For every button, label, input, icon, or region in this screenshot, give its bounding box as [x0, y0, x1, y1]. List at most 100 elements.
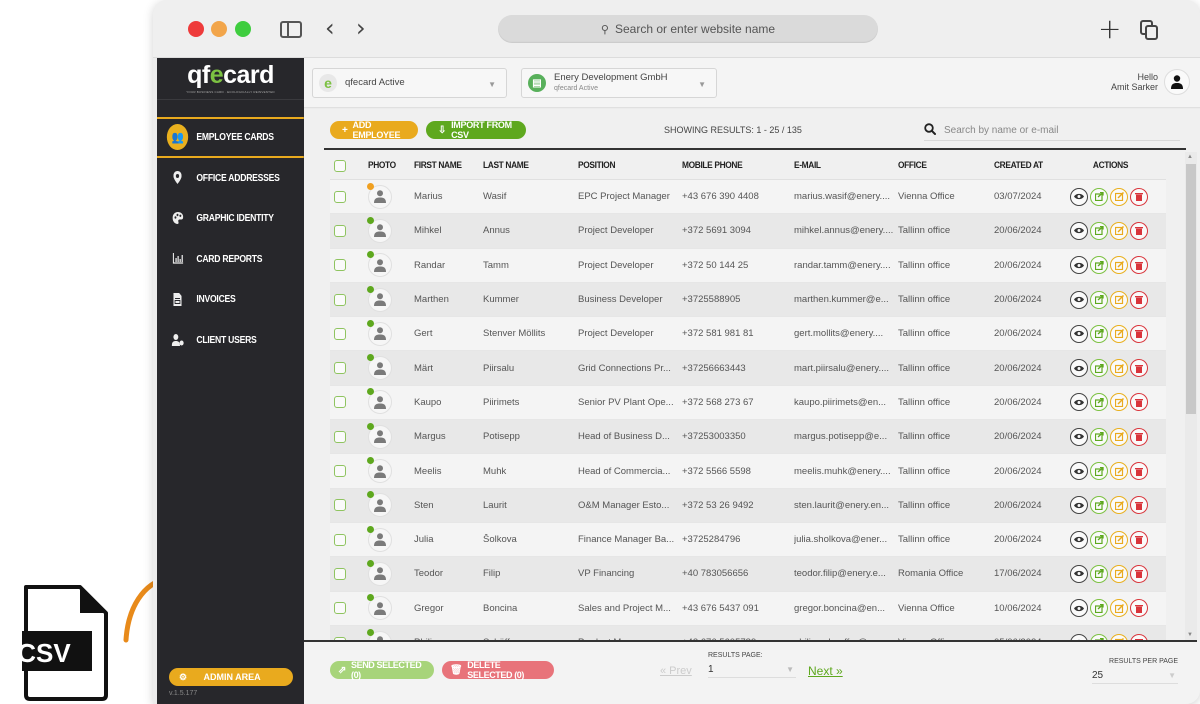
search-input[interactable]: [944, 125, 1164, 136]
delete-button[interactable]: [1130, 221, 1148, 240]
view-button[interactable]: [1070, 359, 1088, 378]
avatar[interactable]: [367, 628, 392, 640]
col-position[interactable]: POSITION: [578, 160, 670, 171]
view-button[interactable]: [1070, 462, 1088, 481]
forward-button[interactable]: ›: [356, 14, 366, 42]
row-checkbox[interactable]: [334, 430, 346, 443]
avatar[interactable]: [367, 491, 392, 518]
view-button[interactable]: [1070, 564, 1088, 583]
avatar[interactable]: [367, 422, 392, 449]
avatar[interactable]: [367, 251, 392, 278]
sidebar-item-invoices[interactable]: INVOICES: [157, 279, 304, 320]
view-button[interactable]: [1070, 256, 1088, 275]
table-row[interactable]: PhilipSchäfferProduct Manager ...+43 676…: [330, 625, 1166, 640]
avatar[interactable]: [367, 559, 392, 586]
delete-button[interactable]: [1130, 187, 1148, 206]
new-tab-button[interactable]: +: [1098, 12, 1121, 45]
scroll-down-arrow-icon[interactable]: ▼: [1187, 632, 1193, 638]
send-card-button[interactable]: [1090, 393, 1108, 412]
sidebar-item-graphic-identity[interactable]: GRAPHIC IDENTITY: [157, 198, 304, 239]
col-created-at[interactable]: CREATED AT: [994, 160, 1061, 171]
edit-button[interactable]: [1110, 221, 1128, 240]
row-checkbox[interactable]: [334, 224, 346, 237]
tab-overview-icon[interactable]: [1140, 20, 1158, 40]
send-card-button[interactable]: [1090, 187, 1108, 206]
avatar[interactable]: [367, 182, 392, 209]
row-checkbox[interactable]: [334, 465, 346, 478]
send-selected-button[interactable]: ⇗ SEND SELECTED (0): [330, 660, 434, 680]
add-employee-button[interactable]: + ADD EMPLOYEE: [330, 120, 418, 140]
minimize-window-button[interactable]: [211, 21, 227, 37]
edit-button[interactable]: [1110, 462, 1128, 481]
send-card-button[interactable]: [1090, 599, 1108, 618]
edit-button[interactable]: [1110, 530, 1128, 549]
select-all-checkbox[interactable]: [334, 159, 346, 172]
send-card-button[interactable]: [1090, 564, 1108, 583]
scroll-up-arrow-icon[interactable]: ▲: [1187, 154, 1193, 160]
sidebar-item-client-users[interactable]: CLIENT USERS: [157, 320, 304, 361]
avatar[interactable]: [367, 594, 392, 621]
table-row[interactable]: Mihkel Annus Project Developer +372 5691 30…: [330, 214, 1166, 249]
view-button[interactable]: [1070, 393, 1088, 412]
row-checkbox[interactable]: [334, 396, 346, 409]
delete-button[interactable]: [1130, 256, 1148, 275]
table-row[interactable]: Sten Laurit O&M Manager Esto... +372 53 26 …: [330, 488, 1166, 523]
col-email[interactable]: E-MAIL: [794, 160, 886, 171]
table-row[interactable]: Margus Potisepp Head of Business D... +3725…: [330, 420, 1166, 455]
send-card-button[interactable]: [1090, 530, 1108, 549]
view-button[interactable]: [1070, 599, 1088, 618]
delete-button[interactable]: [1130, 564, 1148, 583]
delete-button[interactable]: [1130, 462, 1148, 481]
send-card-button[interactable]: [1090, 324, 1108, 343]
edit-button[interactable]: [1110, 256, 1128, 275]
row-checkbox[interactable]: [334, 293, 346, 306]
row-checkbox[interactable]: [334, 533, 346, 546]
table-row[interactable]: Gregor Boncina Sales and Project M... +43 6…: [330, 591, 1166, 626]
avatar[interactable]: [367, 525, 392, 552]
back-button[interactable]: ‹: [325, 14, 335, 42]
results-page-select[interactable]: 1 ▼: [708, 662, 796, 678]
avatar[interactable]: [367, 285, 392, 312]
table-row[interactable]: Randar Tamm Project Developer +372 50 144 2…: [330, 248, 1166, 283]
view-button[interactable]: [1070, 324, 1088, 343]
table-row[interactable]: Gert Stenver Möllits Project Developer +372…: [330, 317, 1166, 352]
admin-area-button[interactable]: ⚙ ADMIN AREA: [169, 668, 293, 686]
send-card-button[interactable]: [1090, 290, 1108, 309]
brand-logo[interactable]: qfecard YOUR BUSINESS CARD · ECOLOGICALL…: [157, 58, 304, 100]
delete-selected-button[interactable]: 🗑 DELETE SELECTED (0): [442, 660, 554, 680]
send-card-button[interactable]: [1090, 256, 1108, 275]
col-photo[interactable]: PHOTO: [368, 160, 408, 171]
delete-button[interactable]: [1130, 496, 1148, 515]
table-row[interactable]: Julia Šolkova Finance Manager Ba... +372528…: [330, 522, 1166, 558]
table-row[interactable]: Meelis Muhk Head of Commercia... +372 5566 …: [330, 454, 1166, 489]
edit-button[interactable]: [1110, 564, 1128, 583]
col-office[interactable]: OFFICE: [898, 160, 982, 171]
table-row[interactable]: Teodor Filip VP Financing +40 783056656 teod…: [330, 557, 1166, 592]
view-button[interactable]: [1070, 530, 1088, 549]
avatar[interactable]: [367, 354, 392, 381]
avatar[interactable]: [367, 319, 392, 346]
sidebar-toggle-icon[interactable]: [280, 21, 302, 38]
avatar[interactable]: [367, 388, 392, 415]
results-per-page-select[interactable]: 25 ▼: [1092, 668, 1178, 684]
view-button[interactable]: [1070, 427, 1088, 446]
table-row[interactable]: Kaupo Piirimets Senior PV Plant Ope... +372…: [330, 385, 1166, 421]
delete-button[interactable]: [1130, 393, 1148, 412]
send-card-button[interactable]: [1090, 359, 1108, 378]
user-avatar[interactable]: [1164, 69, 1190, 95]
table-scrollbar[interactable]: ▲ ▼: [1185, 152, 1197, 640]
prev-page-link[interactable]: « Prev: [660, 665, 692, 677]
delete-button[interactable]: [1130, 599, 1148, 618]
scrollbar-thumb[interactable]: [1186, 164, 1196, 414]
row-checkbox[interactable]: [334, 190, 346, 203]
delete-button[interactable]: [1130, 324, 1148, 343]
edit-button[interactable]: [1110, 290, 1128, 309]
col-last-name[interactable]: LAST NAME: [483, 160, 567, 171]
edit-button[interactable]: [1110, 599, 1128, 618]
view-button[interactable]: [1070, 496, 1088, 515]
col-first-name[interactable]: FIRST NAME: [414, 160, 475, 171]
avatar[interactable]: [367, 457, 392, 484]
edit-button[interactable]: [1110, 359, 1128, 378]
table-row[interactable]: Märt Piirsalu Grid Connections Pr... +37256…: [330, 351, 1166, 386]
edit-button[interactable]: [1110, 427, 1128, 446]
